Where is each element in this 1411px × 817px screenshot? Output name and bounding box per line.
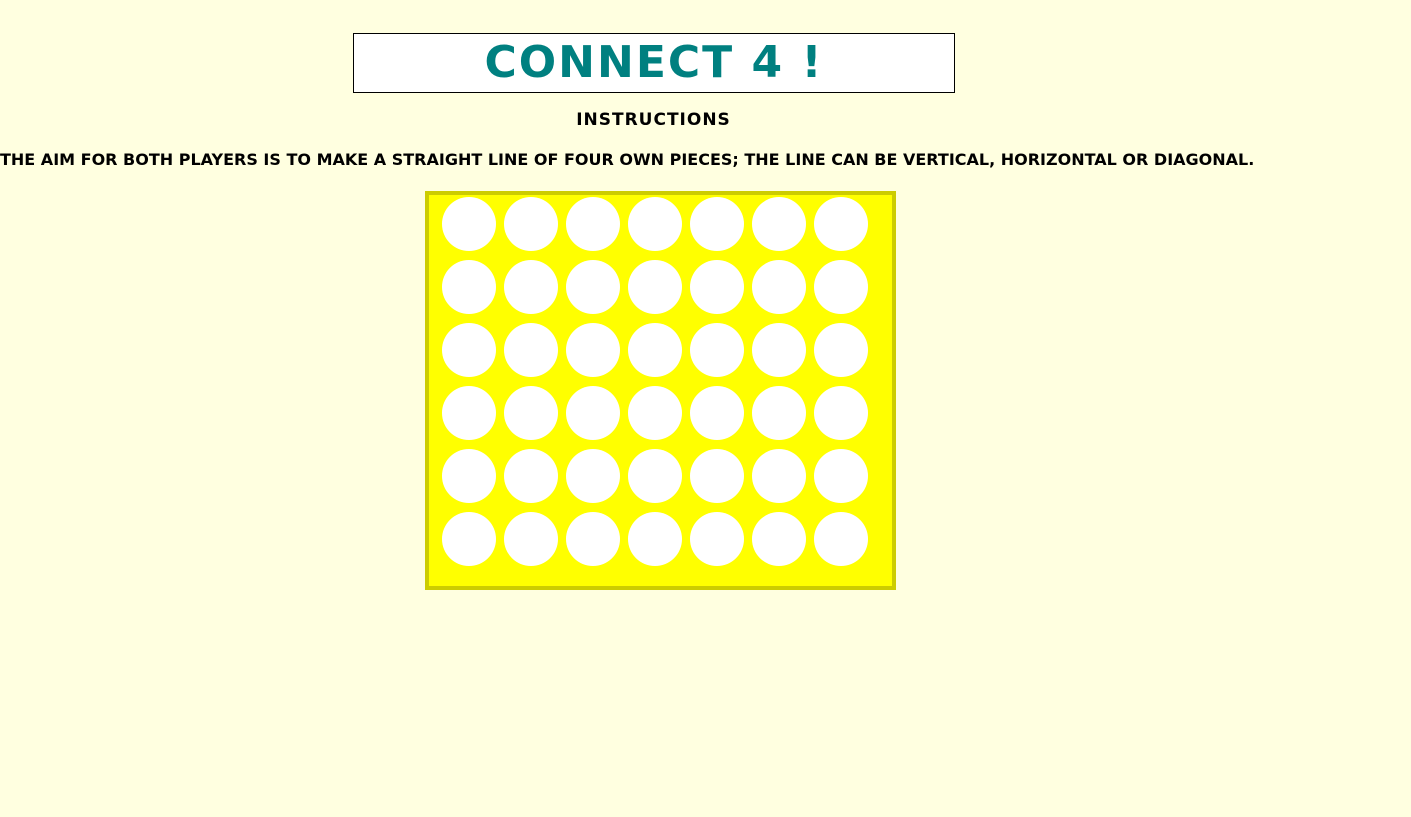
board-slot[interactable] [752, 197, 806, 251]
board-slot[interactable] [690, 512, 744, 566]
board-slot[interactable] [814, 323, 868, 377]
board-slot[interactable] [752, 323, 806, 377]
board-slot[interactable] [566, 512, 620, 566]
board-slot[interactable] [504, 449, 558, 503]
board-slot[interactable] [752, 512, 806, 566]
board-slot[interactable] [814, 386, 868, 440]
board-slot[interactable] [628, 386, 682, 440]
board-slot[interactable] [690, 260, 744, 314]
board-slot[interactable] [628, 449, 682, 503]
board-slot[interactable] [690, 449, 744, 503]
board-slot[interactable] [690, 323, 744, 377]
board-slot[interactable] [442, 512, 496, 566]
board-slot[interactable] [442, 260, 496, 314]
board-slot[interactable] [628, 323, 682, 377]
board-slot[interactable] [628, 260, 682, 314]
board-slot[interactable] [504, 260, 558, 314]
board-slot[interactable] [442, 449, 496, 503]
board-slot[interactable] [814, 197, 868, 251]
board-slot[interactable] [504, 512, 558, 566]
board-slot[interactable] [628, 197, 682, 251]
board-slot[interactable] [752, 449, 806, 503]
title-box: Connect 4 ! [353, 33, 955, 93]
instructions-text: The aim for both players is to make a st… [0, 150, 1255, 169]
board-slot[interactable] [690, 386, 744, 440]
board-slot[interactable] [814, 512, 868, 566]
board-slot[interactable] [566, 449, 620, 503]
board-slot[interactable] [814, 449, 868, 503]
board-slot[interactable] [442, 197, 496, 251]
board-slot[interactable] [566, 386, 620, 440]
board-slot[interactable] [566, 197, 620, 251]
board-slot[interactable] [752, 386, 806, 440]
board-slot[interactable] [504, 197, 558, 251]
board-slot[interactable] [566, 260, 620, 314]
board-slot[interactable] [442, 386, 496, 440]
board-slot[interactable] [690, 197, 744, 251]
board-slot[interactable] [566, 323, 620, 377]
board-slot[interactable] [628, 512, 682, 566]
instructions-heading: Instructions [576, 110, 731, 130]
board-slot[interactable] [752, 260, 806, 314]
board-slot[interactable] [504, 386, 558, 440]
board-slot[interactable] [504, 323, 558, 377]
board-slot[interactable] [814, 260, 868, 314]
board-slot[interactable] [442, 323, 496, 377]
game-board [425, 191, 896, 590]
page-title: Connect 4 ! [484, 37, 824, 88]
